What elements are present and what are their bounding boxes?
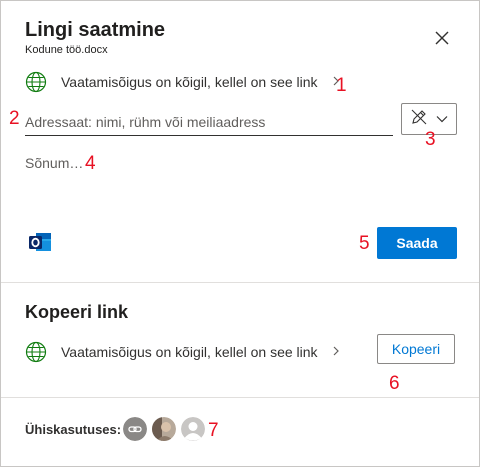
file-name: Kodune töö.docx <box>25 44 108 56</box>
section-divider <box>1 397 479 398</box>
link-permission-row[interactable]: Vaatamisõigus on kõigil, kellel on see l… <box>25 71 340 93</box>
dialog-title: Lingi saatmine <box>25 19 166 41</box>
link-avatar[interactable] <box>123 417 147 441</box>
person-avatar[interactable] <box>181 417 205 441</box>
annotation-6: 6 <box>389 373 400 394</box>
pen-icon <box>410 108 428 131</box>
annotation-1: 1 <box>336 75 347 96</box>
close-icon[interactable] <box>431 27 453 49</box>
chevron-right-icon <box>332 345 340 359</box>
shared-with-label: Ühiskasutuses: <box>25 422 122 437</box>
permission-text: Vaatamisõigus on kõigil, kellel on see l… <box>61 74 318 90</box>
photo-avatar[interactable] <box>152 417 176 441</box>
send-link-dialog: Lingi saatmine Kodune töö.docx Vaatamisõ… <box>0 0 480 467</box>
chevron-down-icon <box>436 110 448 128</box>
send-button[interactable]: Saada <box>377 227 457 259</box>
annotation-3: 3 <box>425 129 436 150</box>
message-input[interactable] <box>25 153 325 173</box>
annotation-4: 4 <box>85 153 96 174</box>
recipient-input[interactable] <box>25 109 393 136</box>
annotation-7: 7 <box>208 420 219 441</box>
section-divider <box>1 282 479 283</box>
annotation-5: 5 <box>359 233 370 254</box>
globe-icon <box>25 71 47 93</box>
copy-link-title: Kopeeri link <box>25 302 129 322</box>
annotation-2: 2 <box>9 108 20 129</box>
copy-permission-row[interactable]: Vaatamisõigus on kõigil, kellel on see l… <box>25 341 340 363</box>
permission-text: Vaatamisõigus on kõigil, kellel on see l… <box>61 344 318 360</box>
globe-icon <box>25 341 47 363</box>
shared-avatars <box>123 417 205 441</box>
outlook-icon[interactable] <box>27 229 53 255</box>
copy-button[interactable]: Kopeeri <box>377 334 455 364</box>
